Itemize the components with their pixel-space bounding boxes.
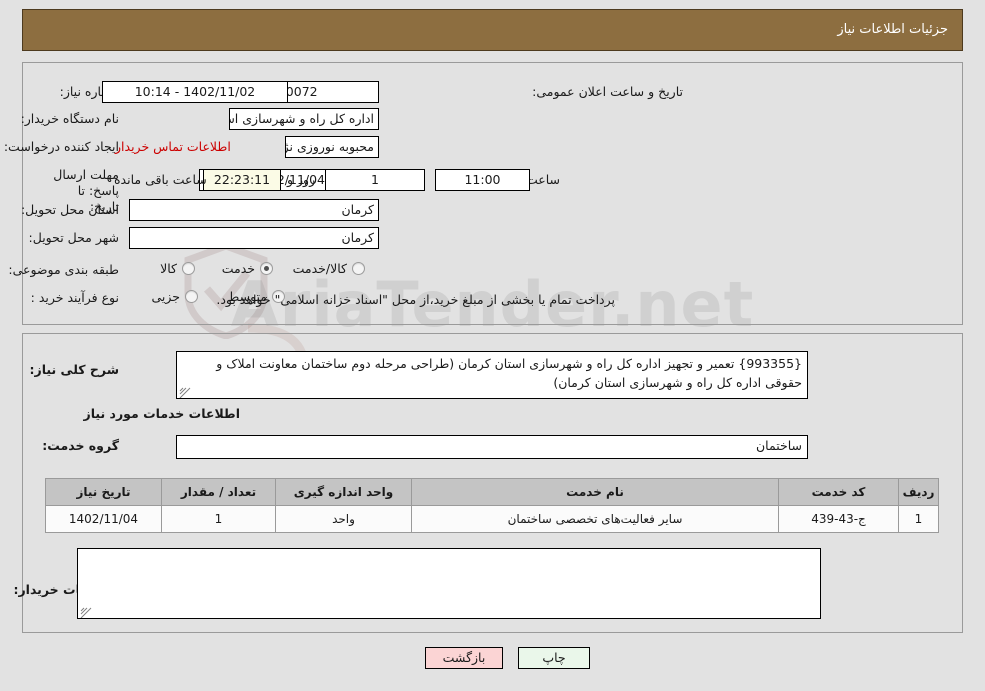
buyer-contact-link[interactable]: اطلاعات تماس خریدار — [115, 139, 231, 154]
services-table-wrap: ردیف کد خدمت نام خدمت واحد اندازه گیری ت… — [45, 478, 939, 533]
cell-radif: 1 — [898, 505, 939, 533]
category-radio-kala-label: کالا — [160, 261, 177, 276]
category-radio-kala[interactable]: کالا — [160, 261, 195, 276]
print-button[interactable]: چاپ — [518, 647, 590, 669]
cell-unit: واحد — [275, 505, 412, 533]
process-radio-jozei-label: جزیی — [151, 289, 180, 304]
radio-indicator-khedmat[interactable] — [260, 262, 273, 275]
province-value[interactable]: کرمان — [129, 199, 379, 221]
category-radio-khedmat-label: خدمت — [221, 261, 255, 276]
services-table: ردیف کد خدمت نام خدمت واحد اندازه گیری ت… — [45, 478, 939, 533]
creator-label: ایجاد کننده درخواست: — [3, 139, 119, 154]
table-header-service-name: نام خدمت — [411, 478, 779, 506]
treasury-note: پرداخت تمام یا بخشی از مبلغ خرید،از محل … — [216, 292, 615, 307]
category-radio-kala-khedmat-label: کالا/خدمت — [292, 261, 347, 276]
days-value[interactable]: 1 — [325, 169, 425, 191]
table-header-service-code: کد خدمت — [778, 478, 899, 506]
back-button[interactable]: بازگشت — [425, 647, 503, 669]
service-group-value[interactable]: ساختمان — [176, 435, 808, 459]
process-radio-jozei[interactable]: جزیی — [151, 289, 198, 304]
remaining-time-value[interactable]: 22:23:11 — [203, 169, 281, 191]
public-announce-label: تاریخ و ساعت اعلان عمومی: — [532, 84, 683, 99]
page-header: جزئیات اطلاعات نیاز — [22, 9, 963, 51]
public-announce-value[interactable]: 1402/11/02 - 10:14 — [102, 81, 288, 103]
buyer-org-value[interactable]: اداره کل راه و شهرسازی استان کرمان — [229, 108, 379, 130]
table-header-quantity: تعداد / مقدار — [161, 478, 276, 506]
resize-grip-icon-notes — [80, 605, 92, 618]
deadline-time-label: ساعت — [525, 172, 560, 187]
radio-indicator-kala[interactable] — [182, 262, 195, 275]
radio-indicator-jozei[interactable] — [185, 290, 198, 303]
cell-quantity: 1 — [161, 505, 276, 533]
summary-text: {993355} تعمیر و تجهیز اداره کل راه و شه… — [216, 356, 802, 390]
services-section-heading: اطلاعات خدمات مورد نیاز — [83, 406, 241, 421]
city-label: شهر محل تحویل: — [28, 230, 119, 245]
buyer-org-label: نام دستگاه خریدار: — [20, 111, 119, 126]
table-row: 1 ج-43-439 سایر فعالیت‌های تخصصی ساختمان… — [45, 505, 939, 533]
category-radio-khedmat[interactable]: خدمت — [222, 261, 273, 276]
cell-service-name: سایر فعالیت‌های تخصصی ساختمان — [411, 505, 779, 533]
service-group-label: گروه خدمت: — [42, 438, 119, 453]
category-label: طبقه بندی موضوعی: — [8, 262, 119, 277]
page-title: جزئیات اطلاعات نیاز — [837, 22, 948, 37]
table-header-radif: ردیف — [898, 478, 939, 506]
deadline-time-value[interactable]: 11:00 — [435, 169, 530, 191]
table-header-need-date: تاریخ نیاز — [45, 478, 162, 506]
summary-label: شرح کلی نیاز: — [29, 362, 119, 377]
city-value[interactable]: کرمان — [129, 227, 379, 249]
summary-textarea[interactable]: {993355} تعمیر و تجهیز اداره کل راه و شه… — [176, 351, 808, 399]
process-type-label: نوع فرآیند خرید : — [30, 290, 119, 305]
radio-indicator-kala-khedmat[interactable] — [352, 262, 365, 275]
remaining-time-label: ساعت باقی مانده — [114, 172, 207, 187]
cell-need-date: 1402/11/04 — [45, 505, 162, 533]
days-label: روز و — [287, 172, 316, 187]
buyer-notes-textarea[interactable] — [77, 548, 821, 619]
table-header-unit: واحد اندازه گیری — [275, 478, 412, 506]
table-header-row: ردیف کد خدمت نام خدمت واحد اندازه گیری ت… — [45, 478, 939, 506]
province-label: استان محل تحویل: — [20, 202, 119, 217]
category-radio-kala-khedmat[interactable]: کالا/خدمت — [293, 261, 365, 276]
resize-grip-icon — [179, 385, 191, 398]
creator-value[interactable]: محبوبه نوروزی نژاد کارشناس پیمان و رسیدگ… — [285, 136, 379, 158]
cell-service-code: ج-43-439 — [778, 505, 899, 533]
